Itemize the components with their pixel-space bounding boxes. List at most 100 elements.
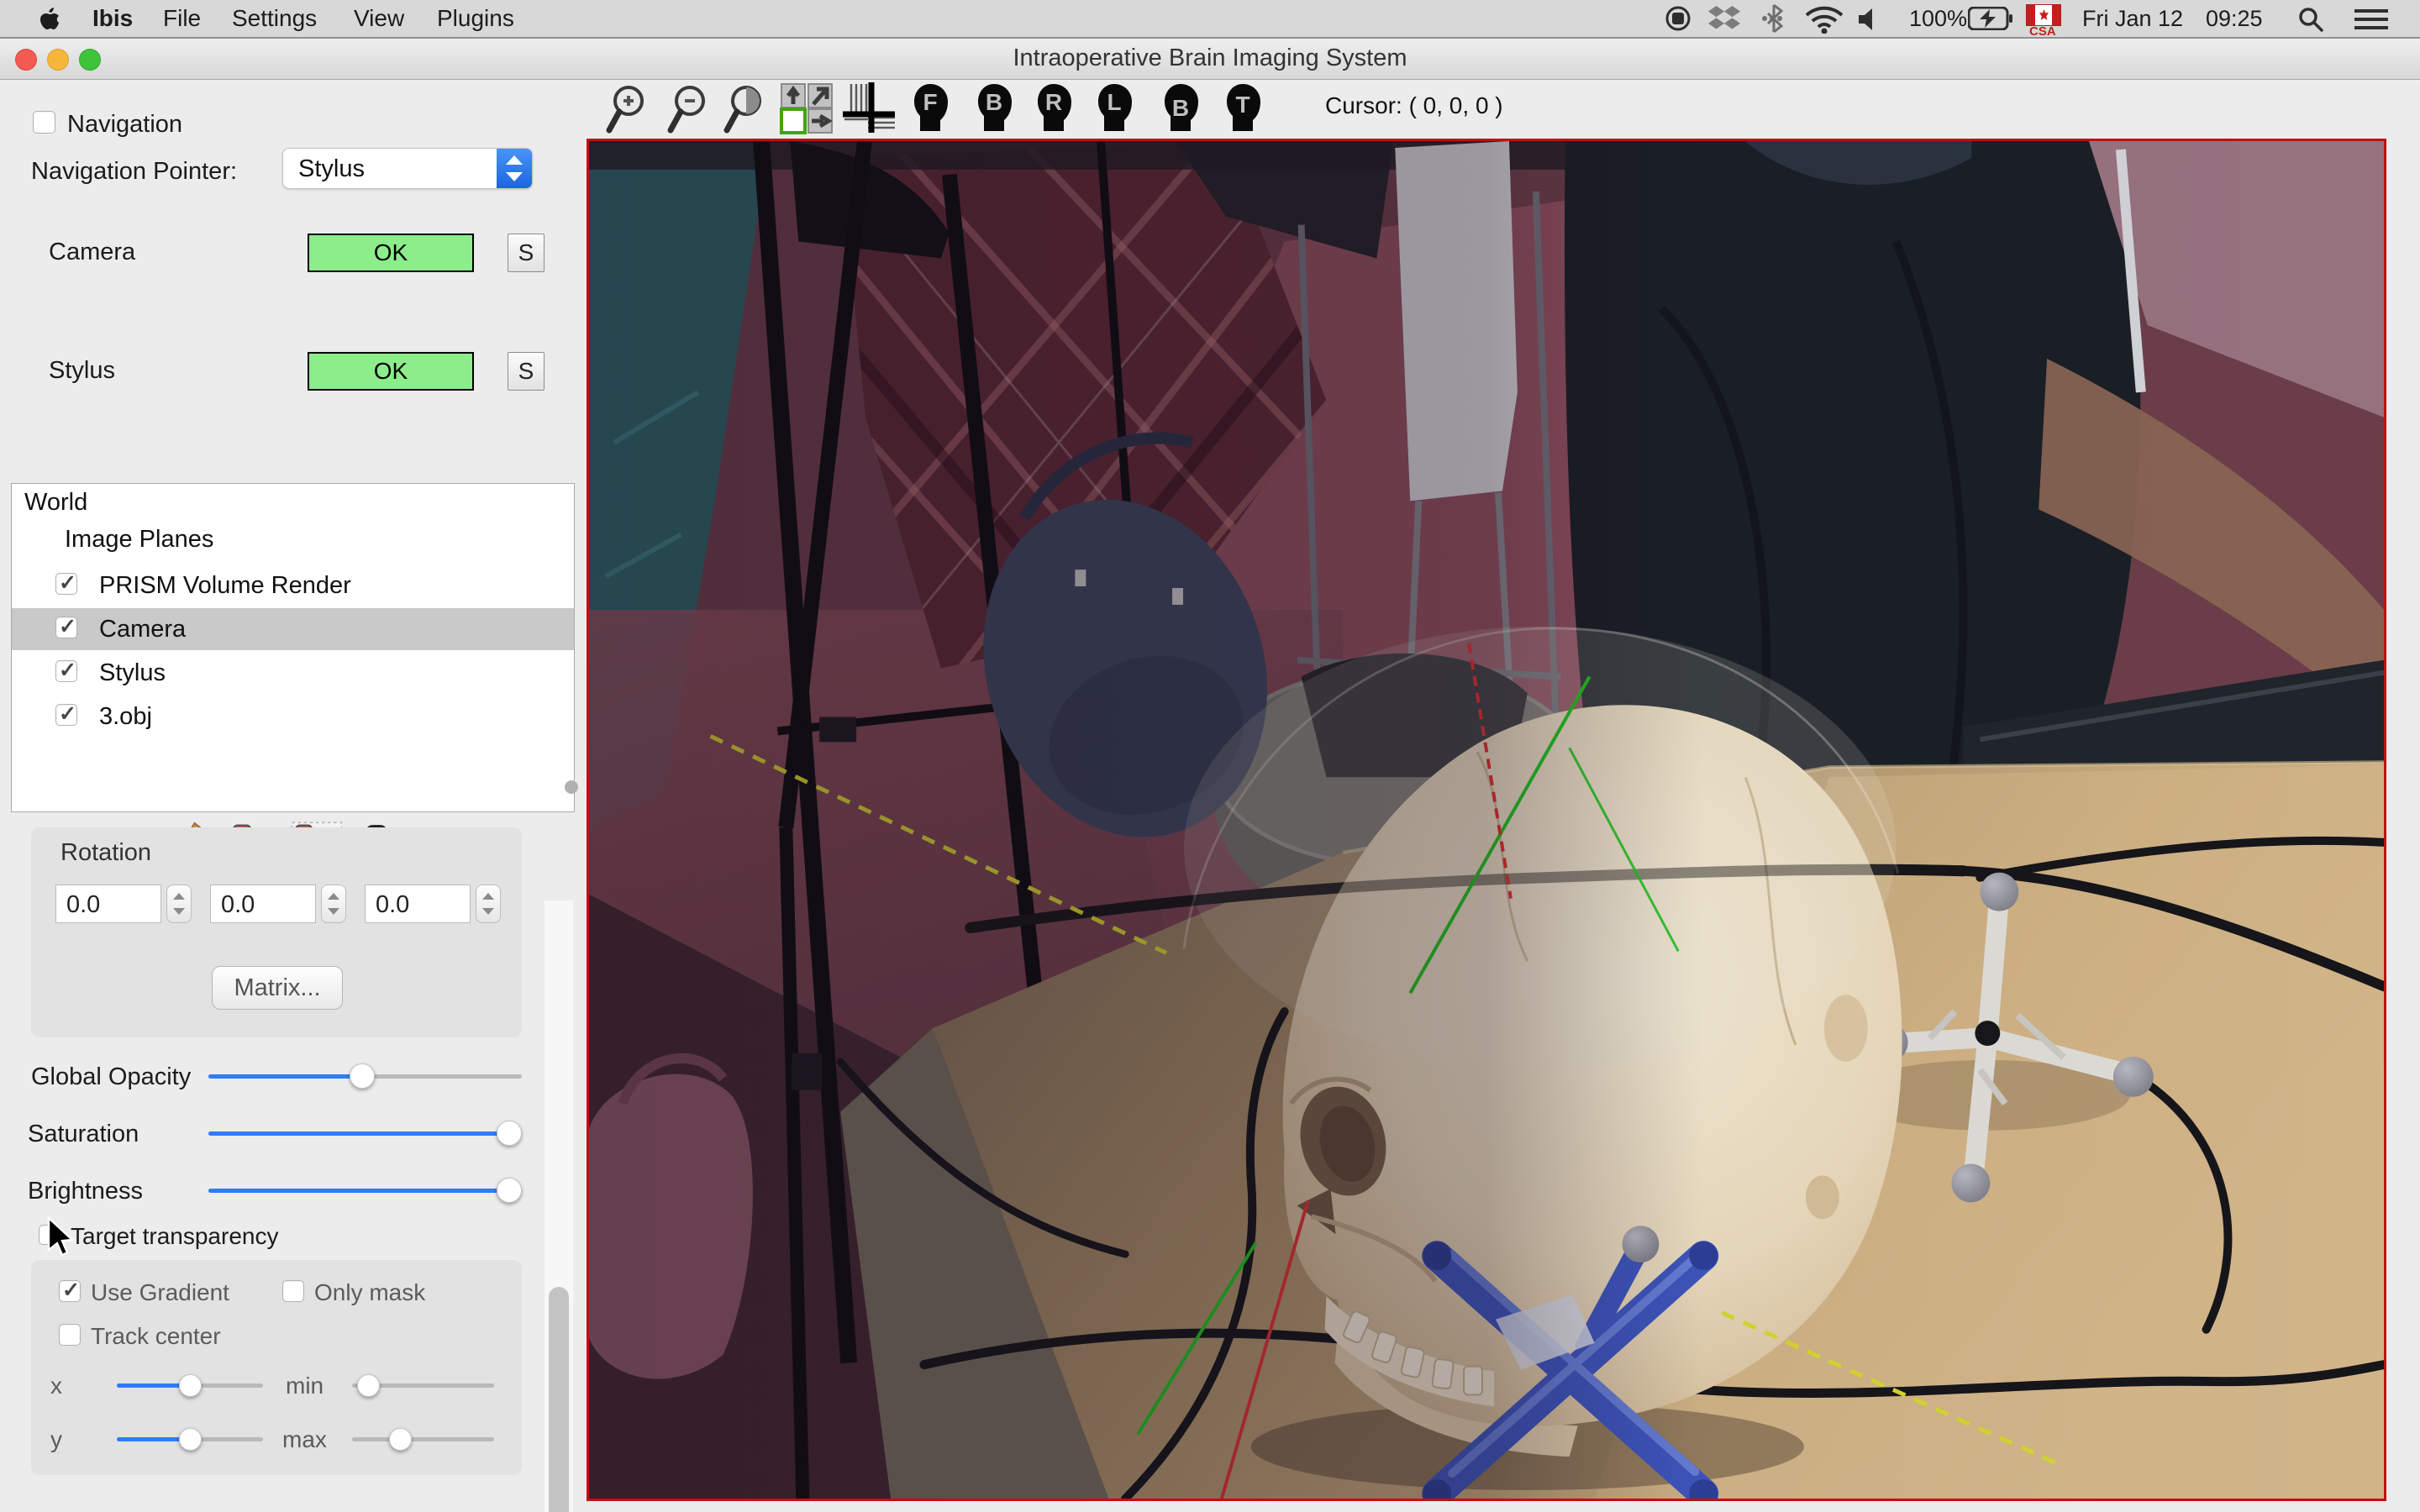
tree-label-camera: Camera bbox=[99, 616, 187, 643]
tree-checkbox-prism[interactable] bbox=[55, 570, 77, 596]
tree-checkbox-stylus[interactable] bbox=[55, 658, 77, 683]
rotation-y-stepper[interactable] bbox=[321, 885, 346, 923]
max-slider-label: max bbox=[282, 1426, 327, 1452]
reset-planes-crosshair-icon[interactable] bbox=[843, 82, 895, 133]
ar-viewport[interactable] bbox=[587, 139, 2386, 1501]
slider-handle[interactable] bbox=[179, 1374, 202, 1397]
screen: Ibis File Settings View Plugins 100% CSA… bbox=[0, 0, 2420, 1512]
target-transparency-label: Target transparency bbox=[71, 1223, 279, 1249]
close-button[interactable] bbox=[15, 49, 37, 71]
y-slider-label: y bbox=[50, 1426, 62, 1452]
use-gradient-checkbox[interactable] bbox=[59, 1278, 81, 1303]
tree-label-3obj: 3.obj bbox=[99, 703, 152, 730]
tree-item-prism-volume-render[interactable]: PRISM Volume Render bbox=[12, 564, 574, 606]
svg-text:B: B bbox=[1172, 95, 1189, 121]
rotation-x-spinbox[interactable]: 0.0 bbox=[55, 885, 161, 923]
rotation-z-stepper[interactable] bbox=[476, 885, 501, 923]
battery-icon[interactable] bbox=[1968, 7, 2013, 30]
y-slider[interactable] bbox=[117, 1428, 263, 1451]
navigation-pointer-label: Navigation Pointer: bbox=[31, 158, 238, 185]
track-center-checkbox[interactable] bbox=[59, 1324, 81, 1346]
tree-root-world[interactable]: World bbox=[24, 489, 87, 517]
menu-time[interactable]: 09:25 bbox=[2206, 6, 2263, 32]
image-plane-tint bbox=[589, 141, 2384, 1499]
menu-view[interactable]: View bbox=[354, 5, 404, 32]
cursor-coordinates: Cursor: ( 0, 0, 0 ) bbox=[1325, 92, 1503, 118]
window-title-bar: Intraoperative Brain Imaging System bbox=[0, 39, 2420, 80]
slider-handle[interactable] bbox=[179, 1428, 202, 1451]
menu-app[interactable]: Ibis bbox=[92, 5, 133, 32]
min-slider-label: min bbox=[286, 1373, 324, 1399]
navigation-pointer-value: Stylus bbox=[298, 155, 365, 182]
view-right-icon[interactable]: R bbox=[1033, 82, 1075, 133]
scene-tree: World Image Planes PRISM Volume Render C… bbox=[11, 483, 575, 812]
menu-date[interactable]: Fri Jan 12 bbox=[2082, 6, 2183, 32]
navigation-pointer-dropdown[interactable]: Stylus bbox=[282, 148, 533, 189]
only-mask-label: Only mask bbox=[314, 1279, 426, 1305]
svg-text:F: F bbox=[923, 89, 937, 115]
view-left-icon[interactable]: L bbox=[1093, 82, 1135, 133]
wifi-icon[interactable] bbox=[1805, 5, 1844, 34]
zoom-in-icon[interactable] bbox=[603, 82, 650, 136]
slider-handle[interactable] bbox=[356, 1374, 380, 1397]
volume-icon[interactable] bbox=[1857, 7, 1886, 32]
zoom-button[interactable] bbox=[79, 49, 101, 71]
view-front-icon[interactable]: F bbox=[911, 82, 950, 133]
rotation-title: Rotation bbox=[60, 839, 152, 866]
global-opacity-slider[interactable] bbox=[208, 1063, 522, 1089]
splitter-handle[interactable] bbox=[565, 780, 578, 794]
x-slider[interactable] bbox=[117, 1374, 263, 1397]
tree-checkbox-3obj[interactable] bbox=[55, 701, 77, 727]
sidebar-scrollbar[interactable] bbox=[544, 900, 573, 1512]
menu-plugins[interactable]: Plugins bbox=[437, 5, 514, 32]
track-center-label: Track center bbox=[91, 1323, 221, 1349]
slider-handle[interactable] bbox=[389, 1428, 413, 1451]
svg-text:T: T bbox=[1235, 92, 1249, 118]
rotation-y-spinbox[interactable]: 0.0 bbox=[210, 885, 316, 923]
saturation-slider[interactable] bbox=[208, 1121, 523, 1146]
slider-handle[interactable] bbox=[497, 1121, 523, 1146]
only-mask-checkbox[interactable] bbox=[282, 1280, 304, 1302]
flag-csa-icon[interactable]: CSA bbox=[2026, 4, 2061, 39]
rotation-x-stepper[interactable] bbox=[166, 885, 192, 923]
minimize-button[interactable] bbox=[47, 49, 69, 71]
stylus-status-indicator: OK bbox=[308, 352, 474, 391]
slider-handle[interactable] bbox=[497, 1178, 523, 1203]
tree-group-image-planes[interactable]: Image Planes bbox=[65, 526, 213, 554]
view-bottom-icon[interactable]: B bbox=[1161, 82, 1200, 133]
svg-text:R: R bbox=[1045, 89, 1062, 115]
menu-settings[interactable]: Settings bbox=[232, 5, 317, 32]
view-back-icon[interactable]: B bbox=[975, 82, 1013, 133]
dropbox-icon[interactable] bbox=[1708, 5, 1742, 34]
camera-snapshot-button[interactable]: S bbox=[508, 234, 544, 272]
tree-item-stylus[interactable]: Stylus bbox=[12, 652, 574, 694]
mouse-cursor-icon bbox=[47, 1216, 75, 1257]
search-icon[interactable] bbox=[2297, 6, 2324, 33]
battery-percent: 100% bbox=[1909, 6, 1968, 31]
zoom-reset-icon[interactable] bbox=[721, 82, 768, 136]
apple-menu-icon[interactable] bbox=[37, 6, 60, 31]
max-slider[interactable] bbox=[352, 1428, 494, 1451]
brightness-slider[interactable] bbox=[208, 1178, 523, 1203]
stylus-tracker-label: Stylus bbox=[49, 357, 115, 384]
menu-file[interactable]: File bbox=[163, 5, 201, 32]
matrix-button[interactable]: Matrix... bbox=[212, 966, 343, 1010]
tree-item-camera[interactable]: Camera bbox=[12, 608, 574, 650]
view-top-icon[interactable]: T bbox=[1223, 82, 1262, 133]
tree-checkbox-camera[interactable] bbox=[55, 614, 77, 639]
record-icon[interactable] bbox=[1665, 5, 1691, 32]
tree-label-prism: PRISM Volume Render bbox=[99, 572, 351, 599]
stylus-snapshot-button[interactable]: S bbox=[508, 352, 544, 391]
notification-list-icon[interactable] bbox=[2353, 8, 2390, 31]
navigation-checkbox[interactable] bbox=[33, 111, 55, 134]
tree-item-3obj[interactable]: 3.obj bbox=[12, 696, 574, 738]
scrollbar-thumb[interactable] bbox=[549, 1287, 569, 1512]
rotation-z-spinbox[interactable]: 0.0 bbox=[365, 885, 471, 923]
slider-handle[interactable] bbox=[349, 1063, 375, 1089]
global-opacity-label: Global Opacity bbox=[31, 1063, 192, 1090]
expand-views-icon[interactable] bbox=[780, 82, 834, 134]
camera-status-indicator: OK bbox=[308, 234, 474, 272]
zoom-out-icon[interactable] bbox=[665, 82, 712, 136]
bluetooth-icon[interactable] bbox=[1761, 3, 1786, 34]
min-slider[interactable] bbox=[352, 1374, 494, 1397]
